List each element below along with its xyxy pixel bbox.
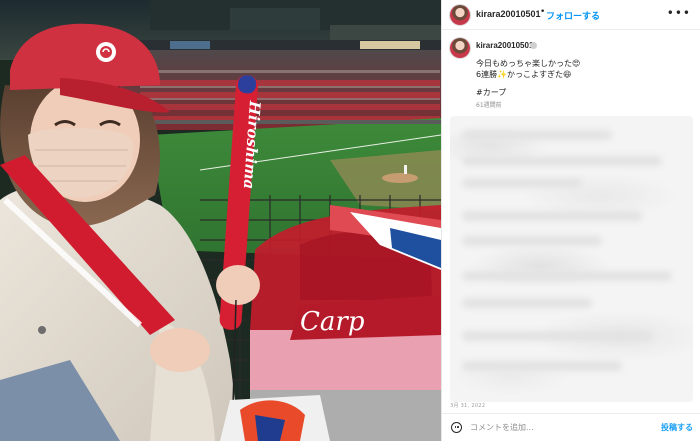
caption-line-1: 今日もめっちゃ楽しかった😍 xyxy=(476,59,581,68)
separator-dot: • xyxy=(540,7,546,17)
blurred-comment-line xyxy=(462,331,652,341)
avatar[interactable] xyxy=(450,5,470,25)
blurred-comment-line xyxy=(462,361,622,371)
blurred-comment-line xyxy=(462,156,662,166)
smile-icon[interactable] xyxy=(451,422,462,433)
post-header: kirara20010501 フォローする • ••• xyxy=(442,0,700,30)
caption-line-2: 6連勝✨かっこよすぎた😆 xyxy=(476,70,572,79)
blurred-comment-line xyxy=(462,236,602,246)
post-photo[interactable]: Carp Hiroshima xyxy=(0,0,441,441)
blurred-comment-line xyxy=(462,211,642,221)
more-horizontal-icon[interactable]: ••• xyxy=(667,6,691,20)
comment-input[interactable] xyxy=(470,420,660,434)
comment-bar: 投稿する xyxy=(442,413,700,441)
caption-username[interactable]: kirara20010501 xyxy=(476,41,533,50)
caption-avatar[interactable] xyxy=(450,38,470,58)
post-date: 3月 31, 2022 xyxy=(450,403,486,409)
carp-banner-text: Carp xyxy=(300,307,365,337)
blurred-comment-line xyxy=(462,178,582,188)
instagram-post: Carp Hiroshima kirara20010501 フォローする • •… xyxy=(0,0,700,441)
stadium-photo: Carp Hiroshima xyxy=(0,0,441,441)
caption-time-ago: 61週間前 xyxy=(476,102,502,109)
blurred-comments xyxy=(450,116,693,402)
header-username[interactable]: kirara20010501 xyxy=(476,9,541,19)
blurred-comment-line xyxy=(462,298,592,308)
blurred-comment-line xyxy=(462,271,672,281)
follow-button[interactable]: フォローする xyxy=(546,9,600,22)
post-comment-button[interactable]: 投稿する xyxy=(661,422,693,433)
post-sidebar: kirara20010501 フォローする • ••• kirara200105… xyxy=(441,0,700,441)
blurred-comment-line xyxy=(462,130,612,140)
verified-icon xyxy=(530,42,537,49)
hashtag-link[interactable]: #カープ xyxy=(476,87,506,98)
